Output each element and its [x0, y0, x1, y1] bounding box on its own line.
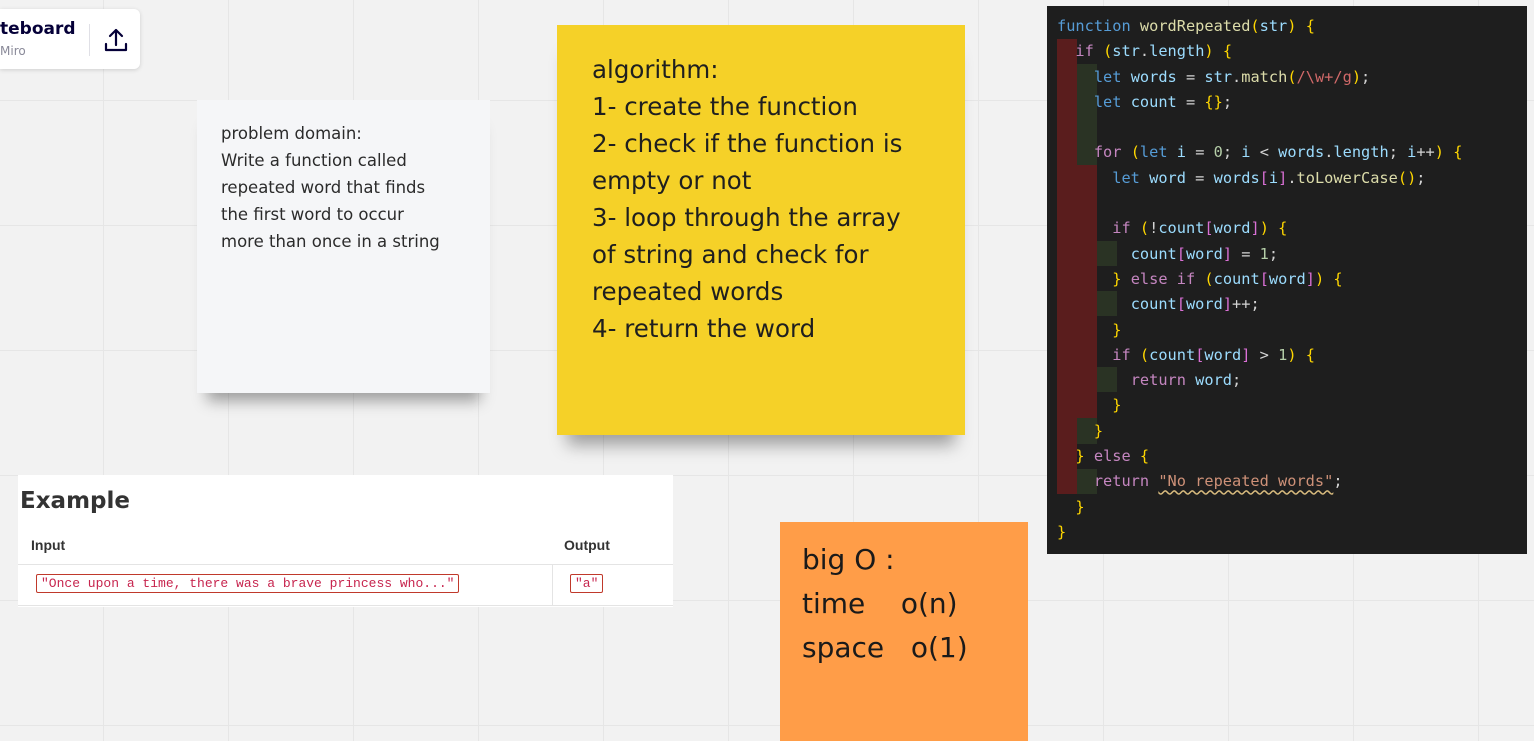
- code-block: function wordRepeated(str) { if (str.len…: [1057, 17, 1463, 541]
- divider: [89, 24, 90, 56]
- sticky-note-big-o[interactable]: big O : time o(n) space o(1): [780, 522, 1028, 741]
- input-column-header: Input: [31, 537, 66, 553]
- example-output-value: "a": [570, 574, 604, 593]
- example-title: Example: [20, 488, 130, 514]
- algorithm-text: algorithm: 1- create the function 2- che…: [592, 55, 903, 343]
- sticky-note-algorithm[interactable]: algorithm: 1- create the function 2- che…: [557, 25, 965, 435]
- big-o-text: big O : time o(n) space o(1): [802, 543, 968, 664]
- problem-domain-text: problem domain: Write a function called …: [221, 124, 440, 251]
- upload-icon: [104, 28, 128, 52]
- example-input-value: "Once upon a time, there was a brave pri…: [36, 574, 460, 593]
- board-subtitle: Miro: [0, 44, 26, 58]
- code-editor-image[interactable]: function wordRepeated(str) { if (str.len…: [1047, 6, 1527, 554]
- table-row: "Once upon a time, there was a brave pri…: [18, 564, 673, 606]
- sticky-note-problem-domain[interactable]: problem domain: Write a function called …: [197, 100, 490, 393]
- board-name[interactable]: teboard: [0, 19, 76, 39]
- board-header: teboard Miro: [0, 9, 140, 69]
- output-column-header: Output: [564, 537, 610, 553]
- example-card[interactable]: Example Input Output "Once upon a time, …: [18, 475, 673, 607]
- share-button[interactable]: [98, 25, 134, 55]
- column-separator: [552, 565, 553, 605]
